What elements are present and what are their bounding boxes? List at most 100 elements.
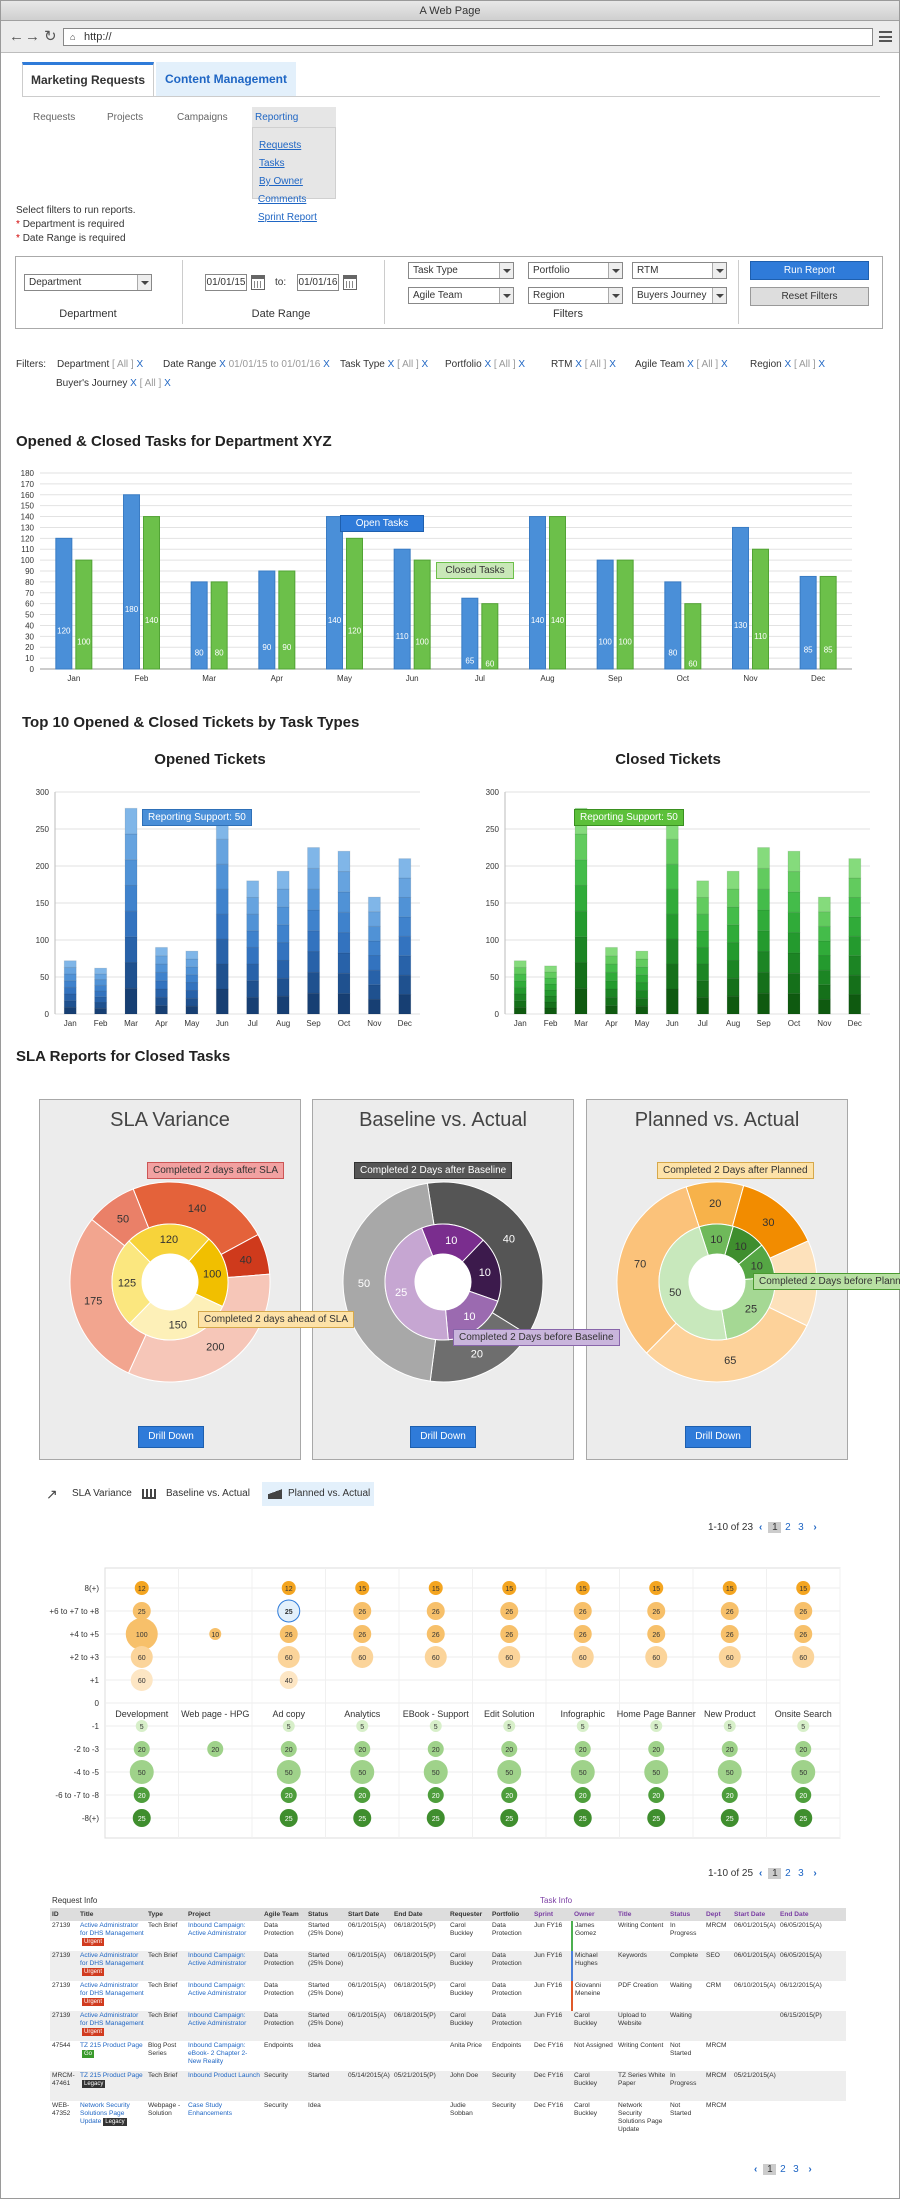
chip-date-range: Date Range X 01/01/15 to 01/01/16 X bbox=[163, 359, 330, 370]
table-row[interactable]: 27139 Active Administrator for DHS Manage… bbox=[50, 2011, 846, 2041]
subnav-requests[interactable]: Requests bbox=[33, 112, 75, 123]
menu-item-comments[interactable]: Comments bbox=[258, 194, 306, 205]
chevron-right-icon[interactable]: › bbox=[808, 2164, 811, 2175]
subnav-campaigns[interactable]: Campaigns bbox=[177, 112, 228, 123]
chevron-left-icon[interactable]: ‹ bbox=[759, 1868, 762, 1879]
forward-arrow-icon[interactable]: → bbox=[25, 28, 40, 46]
table-link[interactable]: Inbound Campaign: Active Administrator bbox=[188, 1952, 246, 1967]
subnav-projects[interactable]: Projects bbox=[107, 112, 143, 123]
table-cell[interactable]: TZ 215 Product PageGo bbox=[78, 2041, 146, 2071]
table-cell[interactable]: Inbound Campaign: Active Administrator bbox=[186, 1921, 262, 1951]
region-select[interactable]: Region bbox=[528, 287, 623, 304]
table-link[interactable]: Inbound Product Launch bbox=[188, 2072, 260, 2079]
table-link[interactable]: Inbound Campaign: Active Administrator bbox=[188, 2012, 246, 2027]
menu-item-requests[interactable]: Requests bbox=[259, 140, 301, 151]
table-row[interactable]: 27139 Active Administrator for DHS Manage… bbox=[50, 1921, 846, 1951]
remove-icon[interactable]: X bbox=[687, 359, 694, 370]
legend-baseline[interactable]: Baseline vs. Actual bbox=[140, 1482, 252, 1506]
table-link[interactable]: Active Administrator for DHS Management bbox=[80, 1952, 144, 1967]
chevron-left-icon[interactable]: ‹ bbox=[754, 2164, 757, 2175]
table-cell[interactable]: Active Administrator for DHS ManagementU… bbox=[78, 1951, 146, 1981]
back-arrow-icon[interactable]: ← bbox=[9, 28, 24, 46]
table-link[interactable]: Inbound Campaign: Active Administrator bbox=[188, 1922, 246, 1937]
rtm-select[interactable]: RTM bbox=[632, 262, 727, 279]
calendar-icon[interactable] bbox=[343, 275, 357, 290]
table-link[interactable]: Active Administrator for DHS Management bbox=[80, 1982, 144, 1997]
remove-icon[interactable]: X bbox=[818, 359, 825, 370]
table-row[interactable]: 27139 Active Administrator for DHS Manage… bbox=[50, 1981, 846, 2011]
remove-icon[interactable]: X bbox=[137, 359, 144, 370]
table-link[interactable]: TZ 215 Product Page bbox=[80, 2072, 143, 2079]
reload-icon[interactable]: ↻ bbox=[44, 28, 57, 46]
table-cell[interactable]: Active Administrator for DHS ManagementU… bbox=[78, 1981, 146, 2011]
table-link[interactable]: Active Administrator for DHS Management bbox=[80, 1922, 144, 1937]
remove-icon[interactable]: X bbox=[609, 359, 616, 370]
run-report-button[interactable]: Run Report bbox=[750, 261, 869, 280]
drill-down-button[interactable]: Drill Down bbox=[685, 1426, 751, 1448]
page-2[interactable]: 2 bbox=[781, 1868, 794, 1879]
remove-icon[interactable]: X bbox=[484, 359, 491, 370]
tab-content-management[interactable]: Content Management bbox=[156, 62, 296, 96]
reset-filters-button[interactable]: Reset Filters bbox=[750, 287, 869, 306]
department-select[interactable]: Department bbox=[24, 274, 152, 291]
remove-icon[interactable]: X bbox=[518, 359, 525, 370]
table-row[interactable]: MRCM-47461 TZ 215 Product PageLegacy Tech … bbox=[50, 2071, 846, 2101]
table-cell[interactable]: Case Study Enhancements bbox=[186, 2101, 262, 2135]
menu-item-by-owner[interactable]: By Owner bbox=[259, 176, 303, 187]
drill-down-button[interactable]: Drill Down bbox=[410, 1426, 476, 1448]
page-3[interactable]: 3 bbox=[789, 2164, 802, 2175]
table-link[interactable]: Inbound Campaign: eBook- 2 Chapter 2- Ne… bbox=[188, 2042, 247, 2065]
remove-icon[interactable]: X bbox=[164, 378, 171, 389]
calendar-icon[interactable] bbox=[251, 275, 265, 290]
task-type-select[interactable]: Task Type bbox=[408, 262, 514, 279]
table-cell[interactable]: Inbound Product Launch bbox=[186, 2071, 262, 2101]
remove-icon[interactable]: X bbox=[575, 359, 582, 370]
chevron-left-icon[interactable]: ‹ bbox=[759, 1522, 762, 1533]
table-cell[interactable]: Active Administrator for DHS ManagementU… bbox=[78, 2011, 146, 2041]
page-3[interactable]: 3 bbox=[794, 1522, 807, 1533]
table-row[interactable]: 27139 Active Administrator for DHS Manage… bbox=[50, 1951, 846, 1981]
table-link[interactable]: Active Administrator for DHS Management bbox=[80, 2012, 144, 2027]
agile-team-select[interactable]: Agile Team bbox=[408, 287, 514, 304]
table-cell[interactable]: TZ 215 Product PageLegacy bbox=[78, 2071, 146, 2101]
remove-icon[interactable]: X bbox=[422, 359, 429, 370]
date-from-input[interactable]: 01/01/15 bbox=[205, 274, 247, 291]
remove-icon[interactable]: X bbox=[388, 359, 395, 370]
buyers-journey-select[interactable]: Buyers Journey bbox=[632, 287, 727, 304]
chevron-right-icon[interactable]: › bbox=[813, 1522, 816, 1533]
legend-sla-variance[interactable]: ↗ SLA Variance bbox=[46, 1482, 136, 1506]
table-cell[interactable]: Active Administrator for DHS ManagementU… bbox=[78, 1921, 146, 1951]
table-cell[interactable]: Inbound Campaign: eBook- 2 Chapter 2- Ne… bbox=[186, 2041, 262, 2071]
table-link[interactable]: TZ 215 Product Page bbox=[80, 2042, 143, 2049]
tab-marketing-requests[interactable]: Marketing Requests bbox=[22, 62, 154, 96]
table-cell[interactable]: Inbound Campaign: Active Administrator bbox=[186, 1951, 262, 1981]
hamburger-menu-icon[interactable] bbox=[879, 31, 892, 42]
table-link[interactable]: Case Study Enhancements bbox=[188, 2102, 232, 2117]
table-link[interactable]: Inbound Campaign: Active Administrator bbox=[188, 1982, 246, 1997]
page-3[interactable]: 3 bbox=[794, 1868, 807, 1879]
date-to-input[interactable]: 01/01/16 bbox=[297, 274, 339, 291]
table-cell[interactable]: Inbound Campaign: Active Administrator bbox=[186, 1981, 262, 2011]
subnav-reporting[interactable]: Reporting bbox=[255, 112, 298, 123]
remove-icon[interactable]: X bbox=[219, 359, 226, 370]
chevron-right-icon[interactable]: › bbox=[813, 1868, 816, 1879]
remove-icon[interactable]: X bbox=[130, 378, 137, 389]
url-bar[interactable]: ⌂ http:// bbox=[63, 28, 873, 46]
menu-item-sprint-report[interactable]: Sprint Report bbox=[258, 212, 317, 223]
page-1[interactable]: 1 bbox=[768, 1522, 782, 1533]
page-2[interactable]: 2 bbox=[781, 1522, 794, 1533]
legend-planned[interactable]: Planned vs. Actual bbox=[262, 1482, 374, 1506]
portfolio-select[interactable]: Portfolio bbox=[528, 262, 623, 279]
remove-icon[interactable]: X bbox=[721, 359, 728, 370]
page-1[interactable]: 1 bbox=[763, 2164, 777, 2175]
menu-item-tasks[interactable]: Tasks bbox=[259, 158, 285, 169]
table-cell[interactable]: Inbound Campaign: Active Administrator bbox=[186, 2011, 262, 2041]
page-1[interactable]: 1 bbox=[768, 1868, 782, 1879]
table-row[interactable]: WEB-47352 Network Security Solutions Page… bbox=[50, 2101, 846, 2135]
page-2[interactable]: 2 bbox=[776, 2164, 789, 2175]
remove-icon[interactable]: X bbox=[323, 359, 330, 370]
table-row[interactable]: 47544 TZ 215 Product PageGo Blog Post Seri… bbox=[50, 2041, 846, 2071]
table-cell[interactable]: Network Security Solutions Page Update Le… bbox=[78, 2101, 146, 2135]
drill-down-button[interactable]: Drill Down bbox=[138, 1426, 204, 1448]
remove-icon[interactable]: X bbox=[784, 359, 791, 370]
